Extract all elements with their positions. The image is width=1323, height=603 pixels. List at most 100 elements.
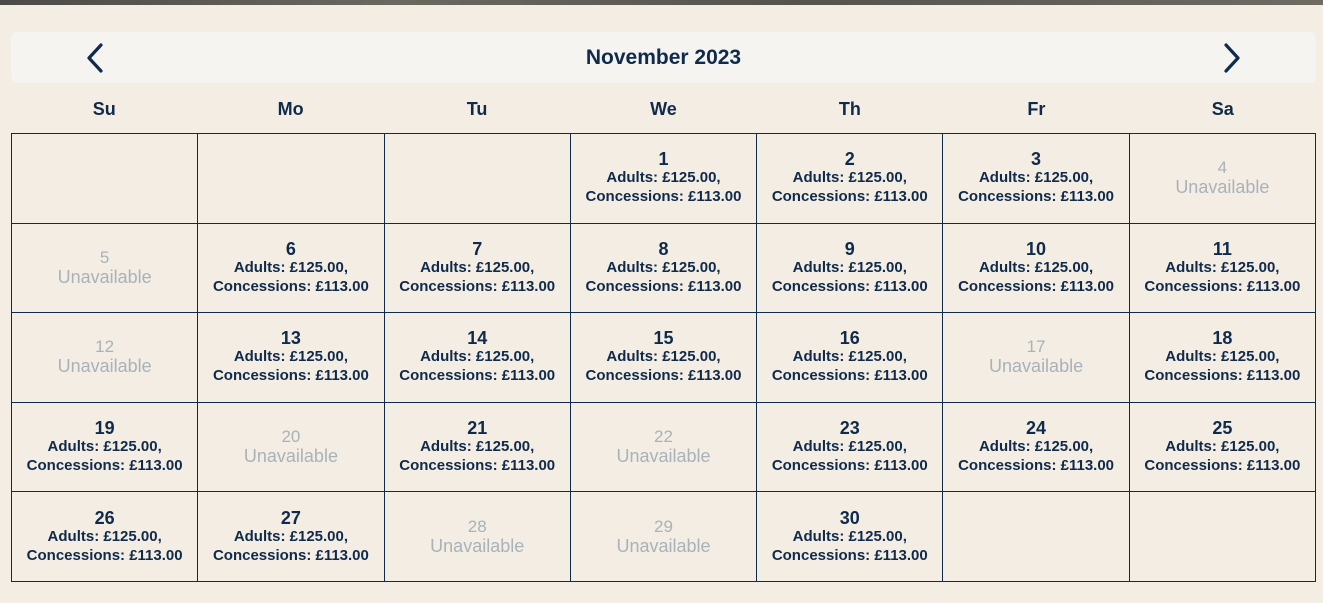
day-number: 17 [1026,337,1046,357]
day-number: 8 [658,238,669,259]
chevron-right-icon [1224,43,1240,73]
adult-price: Adults: £125.00, [606,258,721,276]
day-cell-available[interactable]: 13 Adults: £125.00, Concessions: £113.00 [198,313,385,403]
empty-day-cell [12,134,199,224]
day-number: 29 [654,516,673,536]
concession-price: Concessions: £113.00 [399,367,556,385]
adult-price: Adults: £125.00, [1165,438,1280,456]
day-number: 24 [1026,418,1047,439]
concession-price: Concessions: £113.00 [958,277,1115,295]
concession-price: Concessions: £113.00 [1144,457,1301,475]
day-number: 3 [1031,149,1042,170]
day-cell-unavailable: 12 Unavailable [12,313,199,403]
adult-price: Adults: £125.00, [233,258,349,276]
day-cell-available[interactable]: 18 Adults: £125.00, Concessions: £113.00 [1129,313,1316,403]
adult-price: Adults: £125.00, [978,169,1094,187]
adult-price: Adults: £125.00, [420,348,535,366]
concession-price: Concessions: £113.00 [771,457,928,475]
day-cell-available[interactable]: 3 Adults: £125.00, Concessions: £113.00 [943,134,1130,224]
adult-price: Adults: £125.00, [792,169,907,187]
weekday-label: Mo [277,99,304,119]
concession-price: Concessions: £113.00 [399,457,556,475]
next-month-button[interactable] [1214,40,1250,76]
adult-price: Adults: £125.00, [792,527,907,545]
unavailable-label: Unavailable [616,535,711,556]
day-cell-unavailable: 4 Unavailable [1129,134,1316,224]
day-number: 25 [1212,418,1233,439]
concession-price: Concessions: £113.00 [212,277,369,295]
concession-price: Concessions: £113.00 [212,367,369,385]
month-title: November 2023 [585,46,742,69]
day-cell-available[interactable]: 19 Adults: £125.00, Concessions: £113.00 [12,402,199,493]
empty-day-cell [198,134,385,224]
unavailable-label: Unavailable [616,446,711,467]
calendar-grid: 1 Adults: £125.00, Concessions: £113.00 2 Ad… [11,133,1316,582]
day-number: 19 [94,418,115,439]
adult-price: Adults: £125.00, [233,348,349,366]
day-cell-available[interactable]: 26 Adults: £125.00, Concessions: £113.00 [12,492,199,582]
day-cell-available[interactable]: 25 Adults: £125.00, Concessions: £113.00 [1129,402,1316,493]
day-cell-available[interactable]: 24 Adults: £125.00, Concessions: £113.00 [943,402,1130,493]
day-cell-available[interactable]: 1 Adults: £125.00, Concessions: £113.00 [570,134,758,224]
day-number: 22 [654,427,673,447]
day-number: 21 [467,418,488,439]
day-cell-available[interactable]: 14 Adults: £125.00, Concessions: £113.00 [384,313,571,403]
day-cell-available[interactable]: 21 Adults: £125.00, Concessions: £113.00 [384,402,571,493]
concession-price: Concessions: £113.00 [26,546,183,564]
day-number: 9 [844,238,855,259]
weekday-label: Tu [466,99,488,119]
unavailable-label: Unavailable [57,266,152,287]
concession-price: Concessions: £113.00 [585,277,742,295]
day-cell-available[interactable]: 9 Adults: £125.00, Concessions: £113.00 [757,223,944,314]
concession-price: Concessions: £113.00 [958,188,1115,206]
concession-price: Concessions: £113.00 [958,457,1115,475]
day-cell-available[interactable]: 15 Adults: £125.00, Concessions: £113.00 [570,313,758,403]
concession-price: Concessions: £113.00 [1144,277,1301,295]
day-cell-unavailable: 5 Unavailable [12,223,199,314]
adult-price: Adults: £125.00, [1165,258,1280,276]
day-cell-available[interactable]: 6 Adults: £125.00, Concessions: £113.00 [198,223,385,314]
unavailable-label: Unavailable [57,356,152,377]
day-cell-available[interactable]: 10 Adults: £125.00, Concessions: £113.00 [943,223,1130,314]
day-number: 15 [653,328,674,349]
day-number: 18 [1212,328,1233,349]
day-number: 20 [281,427,301,447]
weekday-label: We [650,99,677,119]
adult-price: Adults: £125.00, [792,258,907,276]
concession-price: Concessions: £113.00 [1144,367,1301,385]
day-number: 14 [467,328,488,349]
day-number: 27 [280,507,301,528]
day-cell-available[interactable]: 7 Adults: £125.00, Concessions: £113.00 [384,223,571,314]
empty-day-cell [384,134,571,224]
concession-price: Concessions: £113.00 [26,457,183,475]
calendar-header: November 2023 [11,32,1316,83]
day-cell-available[interactable]: 2 Adults: £125.00, Concessions: £113.00 [757,134,944,224]
day-cell-available[interactable]: 11 Adults: £125.00, Concessions: £113.00 [1129,223,1316,314]
concession-price: Concessions: £113.00 [771,188,928,206]
day-cell-unavailable: 28 Unavailable [384,492,571,582]
adult-price: Adults: £125.00, [47,438,162,456]
concession-price: Concessions: £113.00 [771,277,928,295]
concession-price: Concessions: £113.00 [771,546,928,564]
day-cell-available[interactable]: 30 Adults: £125.00, Concessions: £113.00 [757,492,944,582]
day-number: 7 [472,238,483,259]
day-cell-available[interactable]: 23 Adults: £125.00, Concessions: £113.00 [757,402,944,493]
concession-price: Concessions: £113.00 [585,188,742,206]
weekday-label: Sa [1211,99,1234,119]
previous-month-button[interactable] [77,40,113,76]
adult-price: Adults: £125.00, [792,348,907,366]
weekday-label: Fr [1027,99,1046,119]
day-cell-available[interactable]: 8 Adults: £125.00, Concessions: £113.00 [570,223,758,314]
adult-price: Adults: £125.00, [792,438,907,456]
day-number: 6 [285,238,296,259]
day-cell-available[interactable]: 16 Adults: £125.00, Concessions: £113.00 [757,313,944,403]
day-number: 10 [1026,238,1047,259]
unavailable-label: Unavailable [1175,177,1270,198]
day-cell-available[interactable]: 27 Adults: £125.00, Concessions: £113.00 [198,492,385,582]
weekday-label: Su [92,99,116,119]
day-number: 16 [839,328,860,349]
adult-price: Adults: £125.00, [47,527,162,545]
unavailable-label: Unavailable [989,356,1084,377]
day-cell-unavailable: 22 Unavailable [570,402,758,493]
day-number: 30 [839,507,860,528]
